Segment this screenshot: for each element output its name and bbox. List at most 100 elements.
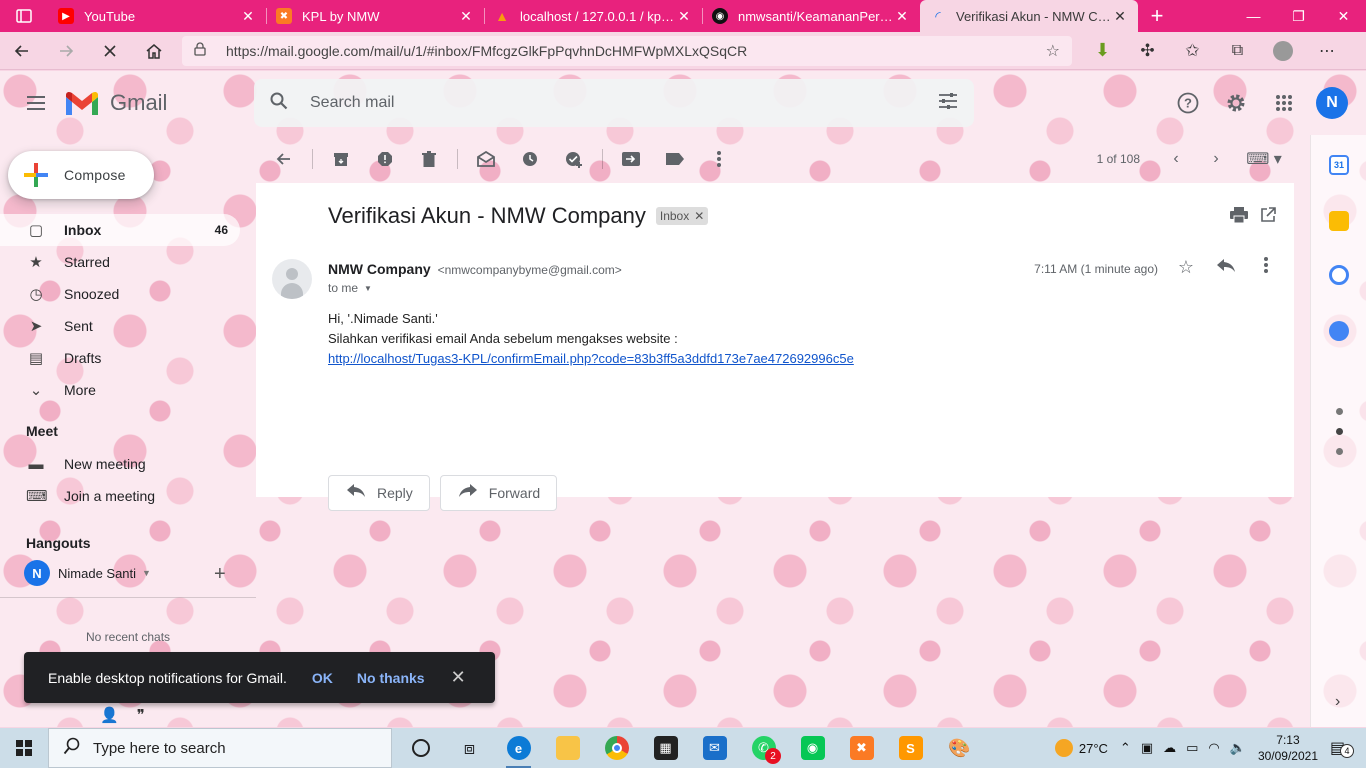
search-bar[interactable] (254, 79, 974, 127)
close-tab-icon[interactable]: ✕ (1112, 8, 1128, 25)
tab-actions-button[interactable] (0, 0, 48, 32)
verification-link[interactable]: http://localhost/Tugas3-KPL/confirmEmail… (328, 351, 854, 366)
contacts-icon[interactable] (1329, 321, 1349, 341)
expand-panel-chevron-icon[interactable]: › (1335, 693, 1340, 711)
reply-icon[interactable] (1214, 257, 1238, 278)
add-favorite-icon[interactable]: ☆ (1046, 41, 1060, 61)
taskbar-chrome[interactable] (592, 728, 641, 768)
taskbar-paint[interactable]: 🎨 (935, 728, 984, 768)
open-new-window-icon[interactable] (1260, 207, 1276, 228)
task-view-button[interactable]: ⧈ (445, 728, 494, 768)
cortana-button[interactable] (396, 728, 445, 768)
add-to-tasks-icon[interactable] (552, 141, 596, 177)
mark-unread-icon[interactable] (464, 141, 508, 177)
main-menu-button[interactable] (12, 79, 60, 127)
taskbar-sublime[interactable]: S (886, 728, 935, 768)
newer-chevron-left-icon[interactable]: ‹ (1156, 150, 1196, 168)
nav-item-sent[interactable]: ➤ Sent (0, 310, 240, 342)
close-tab-icon[interactable]: ✕ (894, 8, 910, 25)
device-icon[interactable]: ▣ (1141, 740, 1153, 756)
extensions-puzzle-icon[interactable]: ✣ (1125, 32, 1170, 70)
profile-icon[interactable] (1260, 32, 1305, 70)
close-tab-icon[interactable]: ✕ (676, 8, 692, 25)
browser-tab-active[interactable]: ◜ Verifikasi Akun - NMW Comp ✕ (920, 0, 1138, 32)
collections-icon[interactable]: ⧉ (1215, 32, 1260, 70)
address-bar[interactable]: https://mail.google.com/mail/u/1/#inbox/… (182, 35, 1072, 66)
help-icon[interactable]: ? (1166, 81, 1210, 125)
taskbar-xampp[interactable]: ✖ (837, 728, 886, 768)
battery-icon[interactable]: ▭ (1186, 740, 1198, 756)
recipients-toggle[interactable]: to me ▼ (328, 281, 372, 295)
compose-button[interactable]: Compose (8, 151, 154, 199)
taskbar-search[interactable]: Type here to search (48, 728, 392, 768)
account-avatar[interactable]: N (1316, 87, 1348, 119)
action-center-button[interactable]: ▤ 4 (1330, 738, 1354, 758)
close-window-button[interactable]: ✕ (1321, 0, 1366, 32)
onedrive-cloud-icon[interactable]: ☁ (1163, 740, 1176, 756)
snackbar-no-thanks-button[interactable]: No thanks (357, 670, 425, 686)
new-tab-button[interactable]: + (1138, 0, 1176, 32)
sender-avatar[interactable] (272, 259, 312, 299)
volume-icon[interactable]: 🔈 (1230, 740, 1246, 756)
taskbar-mail[interactable]: ✉ (690, 728, 739, 768)
taskbar-store[interactable]: ▦ (641, 728, 690, 768)
new-chat-plus-icon[interactable]: + (214, 563, 226, 586)
start-button[interactable] (0, 728, 48, 768)
hangouts-user[interactable]: N Nimade Santi ▼ (24, 560, 151, 586)
label-tag-icon[interactable] (653, 141, 697, 177)
inbox-label-chip[interactable]: Inbox ✕ (655, 207, 709, 225)
settings-gear-icon[interactable] (1214, 81, 1258, 125)
nav-item-drafts[interactable]: ▤ Drafts (0, 342, 240, 374)
browser-tab[interactable]: ▲ localhost / 127.0.0.1 / kplbyn ✕ (484, 0, 702, 32)
back-button[interactable] (0, 32, 44, 70)
taskbar-edge[interactable]: e (494, 728, 543, 768)
browser-tab[interactable]: ▶ YouTube ✕ (48, 0, 266, 32)
browser-tab[interactable]: ◉ nmwsanti/KeamananPerangk ✕ (702, 0, 920, 32)
join-meeting-item[interactable]: ⌨ Join a meeting (0, 480, 240, 512)
browser-menu-icon[interactable]: ⋯ (1305, 32, 1350, 70)
taskbar-line[interactable]: ◉ (788, 728, 837, 768)
close-tab-icon[interactable]: ✕ (240, 8, 256, 25)
forward-button[interactable] (44, 32, 88, 70)
gmail-logo[interactable]: Gmail (64, 89, 254, 117)
delete-trash-icon[interactable] (407, 141, 451, 177)
older-chevron-right-icon[interactable]: › (1196, 150, 1236, 168)
favorites-icon[interactable]: ✩ (1170, 32, 1215, 70)
calendar-icon[interactable]: 31 (1329, 155, 1349, 175)
stop-loading-button[interactable] (88, 32, 132, 70)
nav-item-inbox[interactable]: ▢ Inbox 46 (0, 214, 240, 246)
nav-item-snoozed[interactable]: ◷ Snoozed (0, 278, 240, 310)
taskbar-whatsapp[interactable]: ✆ 2 (739, 728, 788, 768)
nav-item-more[interactable]: ⌄ More (0, 374, 240, 406)
sender-name[interactable]: NMW Company (328, 261, 431, 277)
restore-button[interactable]: ❐ (1276, 0, 1321, 32)
minimize-button[interactable]: — (1231, 0, 1276, 32)
move-to-icon[interactable] (609, 141, 653, 177)
taskbar-clock[interactable]: 7:13 30/09/2021 (1258, 732, 1318, 764)
tasks-icon[interactable] (1329, 265, 1349, 285)
taskbar-file-explorer[interactable] (543, 728, 592, 768)
back-to-inbox-icon[interactable] (262, 141, 306, 177)
reply-button[interactable]: Reply (328, 475, 430, 511)
report-spam-icon[interactable] (363, 141, 407, 177)
search-options-icon[interactable] (938, 92, 958, 115)
keep-icon[interactable] (1329, 211, 1349, 231)
close-tab-icon[interactable]: ✕ (458, 8, 474, 25)
snooze-clock-icon[interactable] (508, 141, 552, 177)
chat-bubble-icon[interactable]: ❞ (137, 706, 145, 724)
input-tools-keyboard-icon[interactable]: ⌨ ▾ (1236, 149, 1292, 169)
new-meeting-item[interactable]: ▬ New meeting (0, 448, 240, 480)
archive-icon[interactable] (319, 141, 363, 177)
snackbar-ok-button[interactable]: OK (312, 670, 333, 686)
search-icon[interactable] (270, 92, 294, 115)
close-icon[interactable]: ✕ (451, 667, 466, 688)
home-button[interactable] (132, 32, 176, 70)
show-hidden-icons-chevron-icon[interactable]: ⌃ (1120, 740, 1131, 756)
apps-grid-icon[interactable] (1262, 81, 1306, 125)
forward-button[interactable]: Forward (439, 475, 558, 511)
more-vert-icon[interactable] (1254, 257, 1278, 278)
remove-label-icon[interactable]: ✕ (694, 209, 704, 223)
print-icon[interactable] (1230, 207, 1248, 228)
contacts-person-icon[interactable]: 👤 (100, 706, 119, 724)
search-input[interactable] (310, 94, 938, 112)
